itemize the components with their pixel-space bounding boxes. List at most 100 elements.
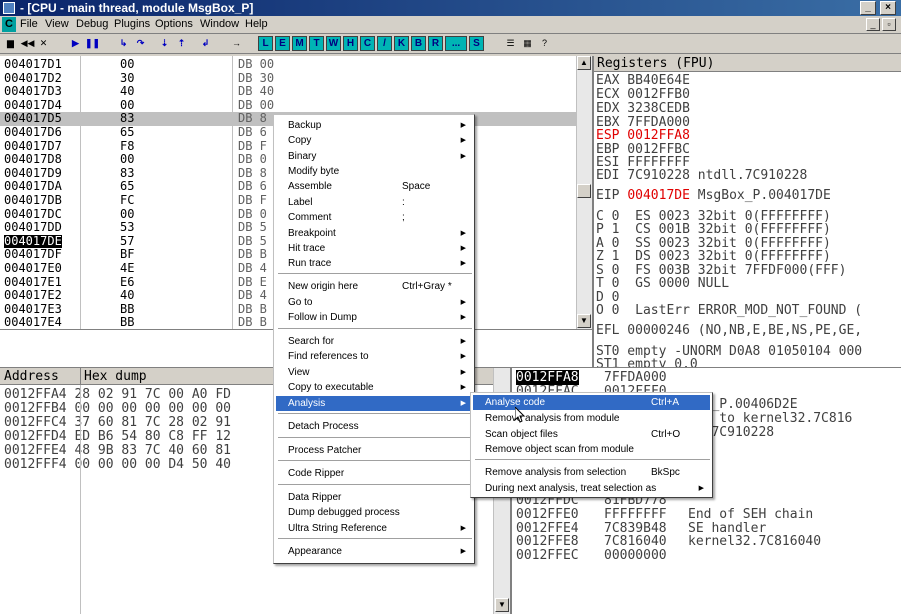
disasm-row[interactable]: 004017D3 40 DB 40 (0, 85, 576, 99)
disasm-row[interactable]: 004017D4 00 DB 00 (0, 98, 576, 113)
step-over-icon[interactable]: ↷ (133, 36, 148, 51)
call-stack-button[interactable]: K (394, 36, 409, 51)
windows-window-button[interactable]: W (326, 36, 341, 51)
reg-eax[interactable]: EAX BB40E64E (596, 73, 690, 88)
flag-row[interactable]: T 0 GS 0000 NULL (596, 276, 729, 291)
context-item-hit-trace[interactable]: Hit trace ▶ (276, 241, 472, 256)
analysis-item-analyse-code[interactable]: Analyse code Ctrl+A (473, 395, 710, 410)
grid-icon[interactable]: ▦ (520, 36, 535, 51)
menu-options[interactable]: Options (155, 18, 193, 30)
threads-window-button[interactable]: T (309, 36, 324, 51)
analysis-item-remove-analysis-from-selection[interactable]: Remove analysis from selection BkSpc (473, 465, 710, 480)
handles-window-button[interactable]: H (343, 36, 358, 51)
menu-debug[interactable]: Debug (76, 18, 108, 30)
context-item-find-references-to[interactable]: Find references to ▶ (276, 349, 472, 364)
cpu-window-button[interactable]: C (360, 36, 375, 51)
patches-window-button[interactable]: / (377, 36, 392, 51)
scroll-down-icon[interactable]: ▼ (577, 314, 591, 328)
dump-row[interactable]: 0012FFC4 37 60 81 7C 28 02 91 (4, 415, 231, 430)
context-item-breakpoint[interactable]: Breakpoint ▶ (276, 226, 472, 241)
context-item-code-ripper[interactable]: Code Ripper (276, 466, 472, 481)
context-item-modify-byte[interactable]: Modify byte (276, 164, 472, 179)
rewind-icon[interactable]: ◀◀ (20, 36, 35, 51)
reg-efl[interactable]: EFL 00000246 (NO,NB,E,BE,NS,PE,GE, (596, 323, 862, 338)
menu-file[interactable]: File (20, 18, 38, 30)
analysis-item-remove-analysis-from-module[interactable]: Remove analysis from module (473, 411, 710, 426)
context-item-search-for[interactable]: Search for ▶ (276, 334, 472, 349)
dump-row[interactable]: 0012FFB4 00 00 00 00 00 00 00 (4, 401, 231, 416)
run-trace-button[interactable]: ... (445, 36, 467, 51)
context-item-comment[interactable]: Comment; (276, 210, 472, 225)
cpu-window-icon[interactable]: C (2, 17, 16, 32)
flag-row[interactable]: Z 1 DS 0023 32bit 0(FFFFFFFF) (596, 249, 831, 264)
run-icon[interactable]: ▶ (68, 36, 83, 51)
disasm-scrollbar[interactable]: ▲ ▼ (576, 56, 592, 329)
context-item-analysis[interactable]: Analysis ▶ (276, 396, 472, 411)
context-item-process-patcher[interactable]: Process Patcher (276, 443, 472, 458)
context-item-copy-to-executable[interactable]: Copy to executable ▶ (276, 380, 472, 395)
context-item-appearance[interactable]: Appearance ▶ (276, 544, 472, 559)
modules-window-button[interactable]: E (275, 36, 290, 51)
disasm-row[interactable]: 004017D1 00 DB 00 (0, 57, 576, 72)
context-item-detach-process[interactable]: Detach Process (276, 419, 472, 434)
list-icon[interactable]: ☰ (503, 36, 518, 51)
dump-row[interactable]: 0012FFA4 28 02 91 7C 00 A0 FD (4, 387, 231, 402)
registers-pane[interactable]: Registers (FPU) EAX BB40E64E ECX 0012FFB… (594, 56, 901, 368)
scroll-down-icon[interactable]: ▼ (495, 598, 509, 612)
context-item-go-to[interactable]: Go to ▶ (276, 295, 472, 310)
pane-splitter[interactable] (592, 56, 594, 368)
scroll-up-icon[interactable]: ▲ (577, 56, 591, 70)
flag-row[interactable]: O 0 LastErr ERROR_MOD_NOT_FOUND ( (596, 303, 862, 318)
trace-into-icon[interactable]: ⇣ (157, 36, 172, 51)
context-item-backup[interactable]: Backup ▶ (276, 118, 472, 133)
dump-row[interactable]: 0012FFF4 00 00 00 00 D4 50 40 (4, 457, 231, 472)
execute-till-return-icon[interactable]: ↲ (198, 36, 213, 51)
open-icon[interactable]: ▆ (3, 36, 18, 51)
context-item-dump-debugged-process[interactable]: Dump debugged process (276, 505, 472, 520)
context-item-new-origin-here[interactable]: New origin here Ctrl+Gray * (276, 279, 472, 294)
step-into-icon[interactable]: ↳ (116, 36, 131, 51)
reg-ecx[interactable]: ECX 0012FFB0 (596, 87, 690, 102)
memory-window-button[interactable]: M (292, 36, 307, 51)
close-process-icon[interactable]: ✕ (36, 36, 51, 51)
references-button[interactable]: R (428, 36, 443, 51)
help-icon[interactable]: ? (537, 36, 552, 51)
context-item-assemble[interactable]: Assemble Space (276, 179, 472, 194)
close-button[interactable]: × (880, 1, 896, 15)
analysis-item-scan-object-files[interactable]: Scan object files Ctrl+O (473, 427, 710, 442)
menu-plugins[interactable]: Plugins (114, 18, 150, 30)
scroll-thumb[interactable] (577, 184, 591, 198)
reg-esp[interactable]: ESP 0012FFA8 (596, 128, 690, 143)
context-item-binary[interactable]: Binary ▶ (276, 149, 472, 164)
menu-help[interactable]: Help (245, 18, 268, 30)
dump-row[interactable]: 0012FFD4 ED B6 54 80 C8 FF 12 (4, 429, 231, 444)
dump-row[interactable]: 0012FFE4 48 9B 83 7C 40 60 81 (4, 443, 231, 458)
analysis-item-remove-object-scan-from-module[interactable]: Remove object scan from module (473, 442, 710, 457)
context-item-view[interactable]: View ▶ (276, 365, 472, 380)
mdi-minimize-icon[interactable]: _ (866, 18, 880, 31)
source-button[interactable]: S (469, 36, 484, 51)
context-item-data-ripper[interactable]: Data Ripper (276, 490, 472, 505)
hexdump-column-header[interactable]: Hex dump (84, 369, 147, 384)
mdi-restore-icon[interactable]: ▫ (882, 18, 896, 31)
stack-row[interactable]: 0012FFEC 00000000 (516, 548, 896, 563)
trace-over-icon[interactable]: ⇡ (174, 36, 189, 51)
reg-edx[interactable]: EDX 3238CEDB (596, 101, 690, 116)
reg-eip[interactable]: EIP 004017DE MsgBox_P.004017DE (596, 188, 831, 203)
minimize-button[interactable]: _ (860, 1, 876, 15)
menu-view[interactable]: View (45, 18, 69, 30)
analysis-item-during-next-analysis-treat-sel[interactable]: During next analysis, treat selection as… (473, 481, 710, 496)
address-column-header[interactable]: Address (4, 369, 59, 384)
pause-icon[interactable]: ❚❚ (85, 36, 100, 51)
disasm-row[interactable]: 004017D2 30 DB 30 (0, 71, 576, 86)
context-item-follow-in-dump[interactable]: Follow in Dump ▶ (276, 310, 472, 325)
menu-window[interactable]: Window (200, 18, 239, 30)
reg-edi[interactable]: EDI 7C910228 ntdll.7C910228 (596, 168, 807, 183)
breakpoints-button[interactable]: B (411, 36, 426, 51)
go-to-icon[interactable]: → (229, 36, 244, 51)
context-item-run-trace[interactable]: Run trace ▶ (276, 256, 472, 271)
context-item-copy[interactable]: Copy ▶ (276, 133, 472, 148)
context-item-ultra-string-reference[interactable]: Ultra String Reference ▶ (276, 521, 472, 536)
log-window-button[interactable]: L (258, 36, 273, 51)
flag-row[interactable]: P 1 CS 001B 32bit 0(FFFFFFFF) (596, 222, 831, 237)
